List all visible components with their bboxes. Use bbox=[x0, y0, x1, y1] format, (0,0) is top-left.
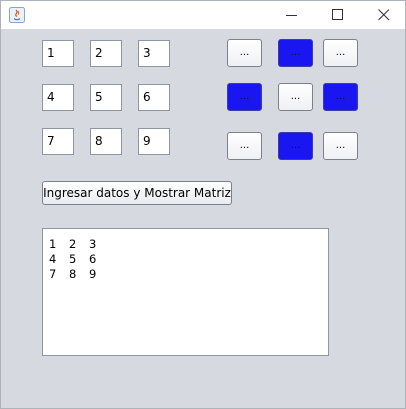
output-cell: 9 bbox=[89, 267, 97, 281]
matrix-button-5[interactable]: ... bbox=[278, 83, 313, 111]
matrix-field-9[interactable]: 9 bbox=[138, 128, 170, 155]
output-cell: 2 bbox=[69, 237, 77, 251]
matrix-field-5[interactable]: 5 bbox=[90, 84, 122, 111]
output-row: 456 bbox=[49, 252, 322, 267]
input-and-show-matrix-button[interactable]: Ingresar datos y Mostrar Matriz bbox=[42, 181, 232, 205]
output-cell: 7 bbox=[49, 267, 57, 281]
java-app-icon bbox=[9, 7, 25, 23]
output-cell: 6 bbox=[89, 252, 97, 266]
matrix-output-rows: 123456789 bbox=[49, 237, 322, 282]
output-cell: 1 bbox=[49, 237, 57, 251]
matrix-button-8[interactable]: ... bbox=[278, 132, 313, 160]
matrix-button-2[interactable]: ... bbox=[278, 39, 313, 67]
matrix-button-4[interactable]: ... bbox=[227, 83, 262, 111]
matrix-button-6[interactable]: ... bbox=[323, 83, 358, 111]
title-bar bbox=[1, 1, 405, 29]
close-icon bbox=[378, 9, 390, 21]
matrix-field-8[interactable]: 8 bbox=[90, 128, 122, 155]
matrix-field-7[interactable]: 7 bbox=[42, 128, 74, 155]
matrix-button-7[interactable]: ... bbox=[227, 132, 262, 160]
output-cell: 4 bbox=[49, 252, 57, 266]
matrix-button-1[interactable]: ... bbox=[227, 39, 262, 67]
close-button[interactable] bbox=[361, 1, 406, 29]
minimize-icon bbox=[286, 15, 297, 16]
matrix-field-4[interactable]: 4 bbox=[42, 84, 74, 111]
matrix-field-2[interactable]: 2 bbox=[90, 40, 122, 67]
output-row: 123 bbox=[49, 237, 322, 252]
maximize-icon bbox=[332, 9, 343, 20]
matrix-output-area[interactable]: 123456789 bbox=[42, 228, 329, 356]
maximize-button[interactable] bbox=[315, 1, 361, 29]
output-cell: 3 bbox=[89, 237, 97, 251]
matrix-field-3[interactable]: 3 bbox=[138, 40, 170, 67]
matrix-button-3[interactable]: ... bbox=[323, 39, 358, 67]
matrix-field-1[interactable]: 1 bbox=[42, 40, 74, 67]
app-window: 123456789 ........................... In… bbox=[0, 0, 406, 409]
output-row: 789 bbox=[49, 267, 322, 282]
output-cell: 8 bbox=[69, 267, 77, 281]
matrix-button-9[interactable]: ... bbox=[323, 132, 358, 160]
output-cell: 5 bbox=[69, 252, 77, 266]
minimize-button[interactable] bbox=[269, 1, 315, 29]
matrix-field-6[interactable]: 6 bbox=[138, 84, 170, 111]
